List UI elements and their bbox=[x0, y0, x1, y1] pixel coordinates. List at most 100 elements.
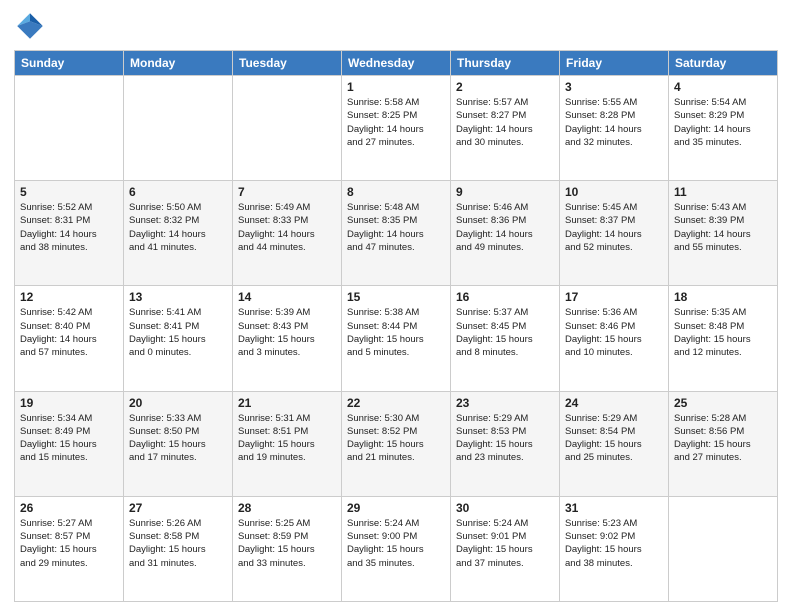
day-number: 10 bbox=[565, 185, 663, 199]
day-number: 14 bbox=[238, 290, 336, 304]
calendar-cell: 27 Sunrise: 5:26 AM Sunset: 8:58 PM Dayli… bbox=[124, 496, 233, 601]
day-number: 22 bbox=[347, 396, 445, 410]
day-number: 26 bbox=[20, 501, 118, 515]
day-info: Sunrise: 5:38 AM Sunset: 8:44 PM Dayligh… bbox=[347, 306, 445, 359]
calendar-cell: 15 Sunrise: 5:38 AM Sunset: 8:44 PM Dayli… bbox=[342, 286, 451, 391]
weekday-header-wednesday: Wednesday bbox=[342, 51, 451, 76]
calendar-cell: 21 Sunrise: 5:31 AM Sunset: 8:51 PM Dayli… bbox=[233, 391, 342, 496]
day-number: 15 bbox=[347, 290, 445, 304]
day-number: 5 bbox=[20, 185, 118, 199]
day-info: Sunrise: 5:36 AM Sunset: 8:46 PM Dayligh… bbox=[565, 306, 663, 359]
calendar-cell: 10 Sunrise: 5:45 AM Sunset: 8:37 PM Dayli… bbox=[560, 181, 669, 286]
day-number: 8 bbox=[347, 185, 445, 199]
calendar-table: SundayMondayTuesdayWednesdayThursdayFrid… bbox=[14, 50, 778, 602]
day-info: Sunrise: 5:31 AM Sunset: 8:51 PM Dayligh… bbox=[238, 412, 336, 465]
day-info: Sunrise: 5:28 AM Sunset: 8:56 PM Dayligh… bbox=[674, 412, 772, 465]
day-number: 3 bbox=[565, 80, 663, 94]
day-info: Sunrise: 5:23 AM Sunset: 9:02 PM Dayligh… bbox=[565, 517, 663, 570]
weekday-header-saturday: Saturday bbox=[669, 51, 778, 76]
day-number: 11 bbox=[674, 185, 772, 199]
day-number: 18 bbox=[674, 290, 772, 304]
page: SundayMondayTuesdayWednesdayThursdayFrid… bbox=[0, 0, 792, 612]
day-number: 17 bbox=[565, 290, 663, 304]
calendar-cell: 8 Sunrise: 5:48 AM Sunset: 8:35 PM Daylig… bbox=[342, 181, 451, 286]
day-info: Sunrise: 5:58 AM Sunset: 8:25 PM Dayligh… bbox=[347, 96, 445, 149]
calendar-cell: 17 Sunrise: 5:36 AM Sunset: 8:46 PM Dayli… bbox=[560, 286, 669, 391]
calendar-cell: 19Sunrise: 5:34 AM Sunset: 8:49 PM Dayli… bbox=[15, 391, 124, 496]
day-info: Sunrise: 5:29 AM Sunset: 8:53 PM Dayligh… bbox=[456, 412, 554, 465]
day-info: Sunrise: 5:50 AM Sunset: 8:32 PM Dayligh… bbox=[129, 201, 227, 254]
day-info: Sunrise: 5:34 AM Sunset: 8:49 PM Dayligh… bbox=[20, 412, 118, 465]
day-info: Sunrise: 5:45 AM Sunset: 8:37 PM Dayligh… bbox=[565, 201, 663, 254]
calendar-cell: 2Sunrise: 5:57 AM Sunset: 8:27 PM Daylig… bbox=[451, 76, 560, 181]
calendar-cell: 7Sunrise: 5:49 AM Sunset: 8:33 PM Daylig… bbox=[233, 181, 342, 286]
day-info: Sunrise: 5:24 AM Sunset: 9:00 PM Dayligh… bbox=[347, 517, 445, 570]
day-info: Sunrise: 5:41 AM Sunset: 8:41 PM Dayligh… bbox=[129, 306, 227, 359]
day-number: 6 bbox=[129, 185, 227, 199]
calendar-cell bbox=[233, 76, 342, 181]
weekday-header-sunday: Sunday bbox=[15, 51, 124, 76]
day-info: Sunrise: 5:52 AM Sunset: 8:31 PM Dayligh… bbox=[20, 201, 118, 254]
day-info: Sunrise: 5:35 AM Sunset: 8:48 PM Dayligh… bbox=[674, 306, 772, 359]
day-number: 29 bbox=[347, 501, 445, 515]
day-info: Sunrise: 5:49 AM Sunset: 8:33 PM Dayligh… bbox=[238, 201, 336, 254]
calendar-week-1: 1 Sunrise: 5:58 AM Sunset: 8:25 PM Daylig… bbox=[15, 76, 778, 181]
day-number: 16 bbox=[456, 290, 554, 304]
calendar-cell: 13 Sunrise: 5:41 AM Sunset: 8:41 PM Dayli… bbox=[124, 286, 233, 391]
day-info: Sunrise: 5:29 AM Sunset: 8:54 PM Dayligh… bbox=[565, 412, 663, 465]
weekday-header-row: SundayMondayTuesdayWednesdayThursdayFrid… bbox=[15, 51, 778, 76]
day-number: 9 bbox=[456, 185, 554, 199]
calendar-cell: 16 Sunrise: 5:37 AM Sunset: 8:45 PM Dayli… bbox=[451, 286, 560, 391]
day-info: Sunrise: 5:48 AM Sunset: 8:35 PM Dayligh… bbox=[347, 201, 445, 254]
day-number: 24 bbox=[565, 396, 663, 410]
day-number: 12 bbox=[20, 290, 118, 304]
day-info: Sunrise: 5:42 AM Sunset: 8:40 PM Dayligh… bbox=[20, 306, 118, 359]
day-number: 4 bbox=[674, 80, 772, 94]
day-info: Sunrise: 5:57 AM Sunset: 8:27 PM Dayligh… bbox=[456, 96, 554, 149]
logo bbox=[14, 10, 50, 42]
day-number: 20 bbox=[129, 396, 227, 410]
day-number: 23 bbox=[456, 396, 554, 410]
weekday-header-thursday: Thursday bbox=[451, 51, 560, 76]
calendar-cell bbox=[669, 496, 778, 601]
calendar-cell: 20 Sunrise: 5:33 AM Sunset: 8:50 PM Dayli… bbox=[124, 391, 233, 496]
calendar-cell: 22 Sunrise: 5:30 AM Sunset: 8:52 PM Dayli… bbox=[342, 391, 451, 496]
calendar-cell: 24 Sunrise: 5:29 AM Sunset: 8:54 PM Dayli… bbox=[560, 391, 669, 496]
day-info: Sunrise: 5:33 AM Sunset: 8:50 PM Dayligh… bbox=[129, 412, 227, 465]
day-number: 27 bbox=[129, 501, 227, 515]
day-info: Sunrise: 5:39 AM Sunset: 8:43 PM Dayligh… bbox=[238, 306, 336, 359]
day-info: Sunrise: 5:37 AM Sunset: 8:45 PM Dayligh… bbox=[456, 306, 554, 359]
day-number: 21 bbox=[238, 396, 336, 410]
day-info: Sunrise: 5:43 AM Sunset: 8:39 PM Dayligh… bbox=[674, 201, 772, 254]
calendar-cell: 12 Sunrise: 5:42 AM Sunset: 8:40 PM Dayli… bbox=[15, 286, 124, 391]
day-info: Sunrise: 5:25 AM Sunset: 8:59 PM Dayligh… bbox=[238, 517, 336, 570]
calendar-cell: 6 Sunrise: 5:50 AM Sunset: 8:32 PM Daylig… bbox=[124, 181, 233, 286]
day-info: Sunrise: 5:46 AM Sunset: 8:36 PM Dayligh… bbox=[456, 201, 554, 254]
day-number: 25 bbox=[674, 396, 772, 410]
calendar-cell: 31Sunrise: 5:23 AM Sunset: 9:02 PM Dayli… bbox=[560, 496, 669, 601]
calendar-cell bbox=[124, 76, 233, 181]
calendar-week-3: 12 Sunrise: 5:42 AM Sunset: 8:40 PM Dayli… bbox=[15, 286, 778, 391]
calendar-cell: 26 Sunrise: 5:27 AM Sunset: 8:57 PM Dayli… bbox=[15, 496, 124, 601]
weekday-header-tuesday: Tuesday bbox=[233, 51, 342, 76]
calendar-week-5: 26 Sunrise: 5:27 AM Sunset: 8:57 PM Dayli… bbox=[15, 496, 778, 601]
calendar-cell bbox=[15, 76, 124, 181]
day-info: Sunrise: 5:27 AM Sunset: 8:57 PM Dayligh… bbox=[20, 517, 118, 570]
day-number: 13 bbox=[129, 290, 227, 304]
calendar-cell: 28 Sunrise: 5:25 AM Sunset: 8:59 PM Dayli… bbox=[233, 496, 342, 601]
calendar-cell: 11 Sunrise: 5:43 AM Sunset: 8:39 PM Dayli… bbox=[669, 181, 778, 286]
day-number: 30 bbox=[456, 501, 554, 515]
day-info: Sunrise: 5:26 AM Sunset: 8:58 PM Dayligh… bbox=[129, 517, 227, 570]
day-info: Sunrise: 5:54 AM Sunset: 8:29 PM Dayligh… bbox=[674, 96, 772, 149]
calendar-cell: 14 Sunrise: 5:39 AM Sunset: 8:43 PM Dayli… bbox=[233, 286, 342, 391]
header bbox=[14, 10, 778, 42]
day-number: 28 bbox=[238, 501, 336, 515]
calendar-cell: 4 Sunrise: 5:54 AM Sunset: 8:29 PM Daylig… bbox=[669, 76, 778, 181]
calendar-cell: 9 Sunrise: 5:46 AM Sunset: 8:36 PM Daylig… bbox=[451, 181, 560, 286]
day-info: Sunrise: 5:30 AM Sunset: 8:52 PM Dayligh… bbox=[347, 412, 445, 465]
day-number: 1 bbox=[347, 80, 445, 94]
day-info: Sunrise: 5:55 AM Sunset: 8:28 PM Dayligh… bbox=[565, 96, 663, 149]
calendar-cell: 3 Sunrise: 5:55 AM Sunset: 8:28 PM Daylig… bbox=[560, 76, 669, 181]
day-info: Sunrise: 5:24 AM Sunset: 9:01 PM Dayligh… bbox=[456, 517, 554, 570]
logo-icon bbox=[14, 10, 46, 42]
